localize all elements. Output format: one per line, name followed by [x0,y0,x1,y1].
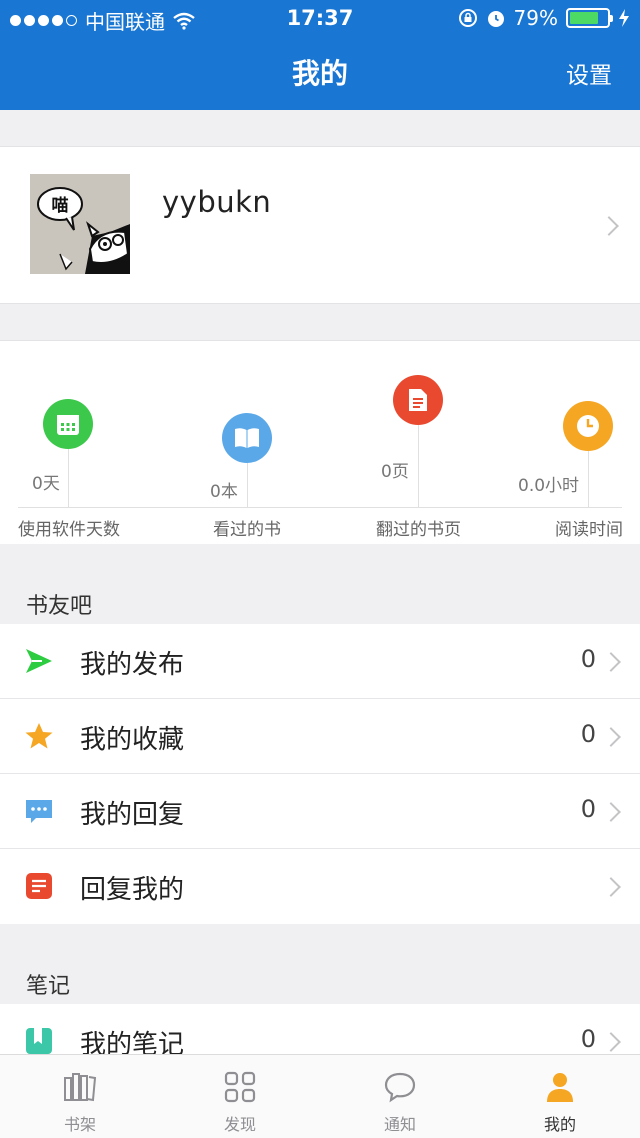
chevron-right-icon [601,802,621,822]
page-title: 我的 [291,57,348,90]
chevron-right-icon [599,216,619,236]
stat-pages-label: 翻过的书页 [376,520,461,540]
tab-me[interactable]: 我的 [480,1055,640,1138]
list-item-label: 我的回复 [80,800,185,830]
list-item-label: 我的发布 [80,650,185,680]
stat-time-label: 阅读时间 [555,520,623,540]
section-title-book-friends: 书友吧 [26,594,93,619]
settings-button[interactable]: 设置 [566,56,612,90]
chevron-right-icon [601,877,621,897]
avatar: 喵 [30,174,130,274]
chevron-right-icon [601,1032,621,1052]
stat-days-label: 使用软件天数 [18,520,120,540]
tab-bar: 书架 发现 通知 我的 [0,1054,640,1138]
note-icon [26,873,52,899]
tab-label: 发现 [223,1115,256,1134]
list-item-label: 我的收藏 [80,725,185,755]
clock-icon [563,401,613,451]
profile-card[interactable]: 喵 yybukn [0,146,640,304]
person-icon [547,1073,573,1102]
list-item-count: 0 [580,645,596,673]
message-icon [384,1072,416,1103]
alarm-icon [487,11,504,27]
calendar-icon [43,399,93,449]
document-icon [393,375,443,425]
chat-icon [26,800,52,823]
chevron-right-icon [601,652,621,672]
stat-pages-value: 0页 [381,462,409,482]
status-bar: 中国联通 17:37 79% [0,0,640,38]
book-friends-list: 我的发布 0 我的收藏 0 我的回复 0 回复我的 [0,624,640,924]
list-item-label: 回复我的 [80,875,185,905]
tab-label: 通知 [383,1115,416,1134]
reading-stats: 0天 使用软件天数 0本 看过的书 0页 翻过的书页 0.0小时 阅读时间 [0,340,640,544]
bookshelf-icon [64,1073,97,1102]
list-item-my-favorites[interactable]: 我的收藏 0 [0,699,640,774]
list-item-my-replies[interactable]: 我的回复 0 [0,774,640,849]
chevron-right-icon [601,727,621,747]
section-title-notes: 笔记 [26,974,71,999]
stat-books-value: 0本 [210,482,238,502]
stat-books-label: 看过的书 [213,520,281,540]
stat-days-value: 0天 [32,474,60,494]
list-item-count: 0 [580,795,596,823]
top-bar: 中国联通 17:37 79% 我的 设置 [0,0,640,110]
battery-icon [566,8,613,28]
tab-label: 书架 [63,1115,96,1134]
battery-percent: 79% [513,6,558,30]
list-item-my-posts[interactable]: 我的发布 0 [0,624,640,699]
send-icon [26,649,52,673]
list-item-replies-to-me[interactable]: 回复我的 [0,849,640,924]
orientation-lock-icon [458,9,477,27]
tab-bookshelf[interactable]: 书架 [0,1055,160,1138]
username: yybukn [162,185,272,219]
star-icon [25,723,53,749]
book-icon [222,413,272,463]
stat-time-value: 0.0小时 [518,476,580,496]
stats-baseline [18,507,622,508]
list-item-count: 0 [580,1025,596,1053]
bookmark-icon [26,1028,52,1054]
charging-icon [619,9,629,27]
tab-discover[interactable]: 发现 [160,1055,320,1138]
list-item-count: 0 [580,720,596,748]
tab-label: 我的 [543,1115,576,1134]
tab-notifications[interactable]: 通知 [320,1055,480,1138]
avatar-bubble-text: 喵 [52,196,69,216]
grid-icon [224,1071,256,1103]
